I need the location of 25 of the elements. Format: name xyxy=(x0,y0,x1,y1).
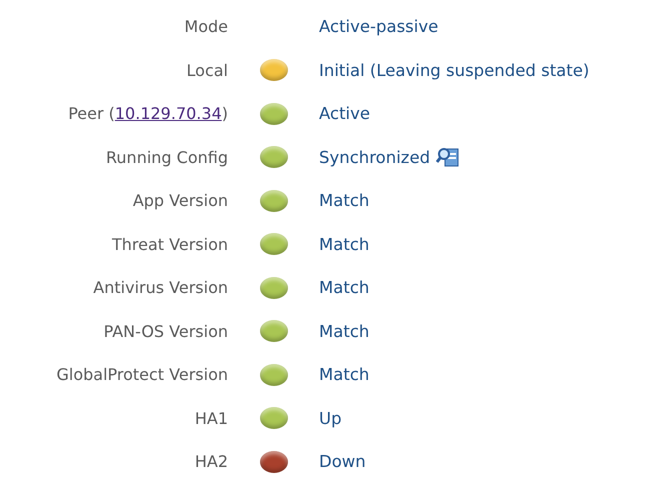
field-label: Mode xyxy=(184,17,228,36)
status-value: Match xyxy=(319,191,370,210)
search-icon[interactable] xyxy=(436,145,460,170)
status-value: Synchronized xyxy=(319,148,430,167)
status-value: Initial (Leaving suspended state) xyxy=(319,60,590,80)
field-label: HA1 xyxy=(194,408,228,428)
field-label: Running Config xyxy=(106,148,228,167)
status-value: Match xyxy=(319,234,370,254)
field-label: App Version xyxy=(132,191,228,210)
status-value: Up xyxy=(319,408,342,428)
status-value: Active xyxy=(319,104,370,124)
field-label: Antivirus Version xyxy=(93,278,228,298)
field-label: GlobalProtect Version xyxy=(56,365,228,384)
field-label: Threat Version xyxy=(112,234,228,254)
status-value: Active-passive xyxy=(319,17,438,36)
status-value: Down xyxy=(319,452,366,472)
field-label: PAN-OS Version xyxy=(104,322,228,341)
field-label: Peer ( xyxy=(68,104,115,124)
status-value: Match xyxy=(319,278,370,298)
ip-link[interactable]: 10.129.70.34 xyxy=(114,104,222,124)
field-label: ) xyxy=(222,104,228,124)
status-value: Match xyxy=(319,365,370,384)
field-label: HA2 xyxy=(194,452,228,472)
field-label: Local xyxy=(186,60,228,80)
status-value: Match xyxy=(319,322,370,341)
